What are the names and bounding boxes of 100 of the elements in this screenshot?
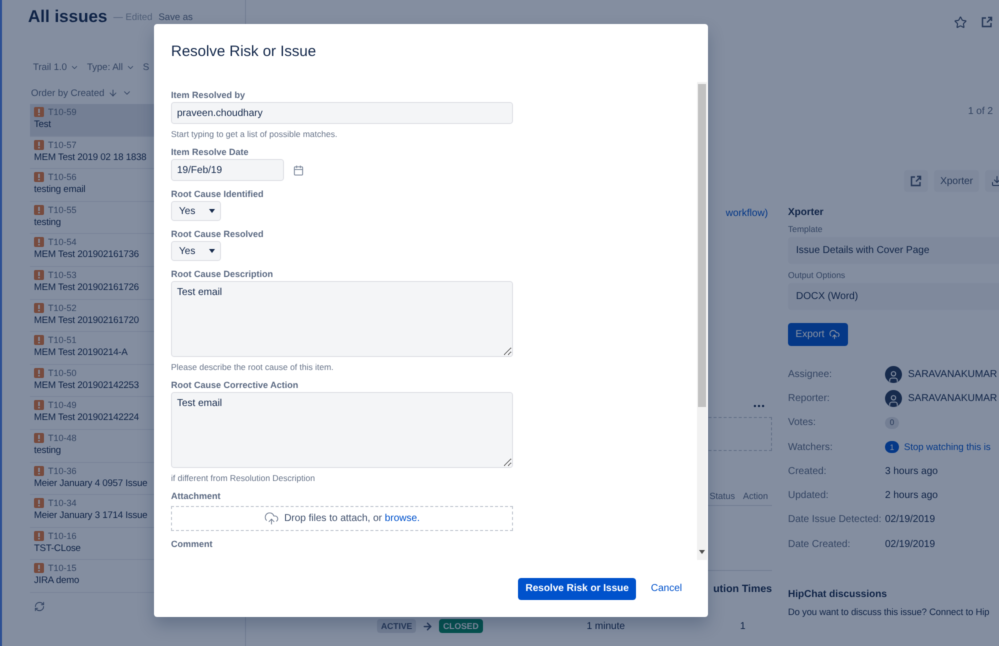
issue-type-icon bbox=[34, 107, 44, 117]
pager-text: 1 of 2 bbox=[968, 106, 993, 117]
caret-icon bbox=[209, 249, 215, 253]
filter-dropdown[interactable]: Type: All bbox=[86, 60, 135, 74]
issue-type-icon bbox=[34, 335, 44, 346]
detail-label: Reporter: bbox=[788, 392, 831, 404]
detail-label: Watchers: bbox=[788, 442, 834, 453]
issue-key: T10-36 bbox=[48, 466, 77, 476]
avatar-icon bbox=[885, 390, 902, 407]
issue-key: T10-52 bbox=[48, 302, 77, 313]
output-select[interactable]: DOCX (Word) bbox=[788, 283, 999, 310]
field-label: Template bbox=[788, 224, 824, 234]
issue-summary: MEM Test 201902142224 bbox=[34, 412, 139, 424]
watcher-count: 1 bbox=[885, 441, 899, 454]
issue-type-icon bbox=[34, 270, 44, 280]
text-area-field[interactable]: Test email bbox=[171, 392, 513, 468]
select-field[interactable]: Yes bbox=[171, 201, 221, 221]
share-icon[interactable] bbox=[981, 16, 993, 28]
issue-summary: Test bbox=[34, 119, 51, 130]
page-title: All issues bbox=[28, 7, 108, 27]
date-input-field[interactable]: 19/Feb/19 bbox=[171, 159, 284, 181]
share-button[interactable] bbox=[904, 170, 928, 192]
star-icon[interactable] bbox=[954, 16, 967, 29]
issue-type-icon bbox=[34, 172, 44, 182]
stop-watching-link[interactable]: Stop watching this is bbox=[904, 442, 991, 453]
detail-value: 2 hours ago bbox=[885, 490, 938, 502]
arrow-right-icon bbox=[422, 620, 434, 632]
cloud-upload-icon bbox=[829, 329, 840, 340]
field-label: Comment bbox=[171, 539, 214, 549]
filter-dropdown[interactable]: S bbox=[142, 60, 150, 74]
detail-value: SARAVANAKUMAR bbox=[908, 368, 998, 380]
caret-icon bbox=[209, 209, 215, 213]
file-drop-zone[interactable]: Drop files to attach, or browse. bbox=[171, 506, 513, 531]
issue-key: T10-56 bbox=[48, 172, 77, 182]
detail-value: 3 hours ago bbox=[885, 466, 938, 477]
issue-key: T10-16 bbox=[48, 530, 77, 541]
avatar-icon bbox=[885, 366, 902, 383]
calendar-icon[interactable] bbox=[293, 164, 304, 176]
status-lozenge: CLOSED bbox=[439, 619, 483, 633]
cancel-link[interactable]: Cancel bbox=[650, 583, 682, 594]
filter-dropdown[interactable]: Trail 1.0 bbox=[33, 60, 79, 74]
issue-summary: MEM Test 201902142253 bbox=[34, 380, 139, 391]
issue-summary: MEM Test 201902161726 bbox=[34, 282, 139, 293]
section-title: ution Times bbox=[713, 583, 772, 595]
detail-label: Votes: bbox=[788, 417, 817, 428]
count-text: 1 bbox=[740, 620, 746, 632]
issue-key: T10-53 bbox=[48, 270, 77, 280]
issue-key: T10-59 bbox=[48, 107, 77, 117]
issue-type-icon bbox=[34, 237, 44, 248]
refresh-icon[interactable] bbox=[34, 600, 45, 612]
issue-type-icon bbox=[34, 400, 44, 410]
issue-type-icon bbox=[34, 204, 44, 215]
detail-label: Date Created: bbox=[788, 538, 852, 550]
arrow-down-icon bbox=[108, 88, 118, 98]
issue-summary: Meier January 4 0957 Issue bbox=[34, 478, 148, 489]
order-by-button[interactable]: Order by Created bbox=[31, 86, 132, 100]
issue-type-icon bbox=[34, 530, 44, 541]
issue-summary: MEM Test 201902161720 bbox=[34, 314, 139, 326]
issue-type-icon bbox=[34, 563, 44, 574]
column-header: Action bbox=[742, 491, 768, 501]
detail-value: SARAVANAKUMAR bbox=[908, 392, 998, 404]
issue-summary: testing email bbox=[34, 184, 86, 196]
issue-summary: JIRA demo bbox=[34, 575, 80, 586]
select-field[interactable]: Yes bbox=[171, 241, 221, 261]
vote-count: 0 bbox=[885, 416, 899, 429]
detail-value: 02/19/2019 bbox=[885, 514, 936, 526]
issue-type-icon bbox=[34, 302, 44, 313]
time-text: 1 minute bbox=[586, 620, 625, 632]
detail-label: Created: bbox=[788, 466, 828, 477]
column-header: Status bbox=[709, 491, 735, 501]
issue-summary: MEM Test 20190214-A bbox=[34, 347, 128, 358]
scrollbar[interactable] bbox=[697, 82, 707, 560]
detail-label: Assignee: bbox=[788, 368, 833, 380]
issue-summary: testing bbox=[34, 216, 61, 228]
issue-type-icon bbox=[34, 368, 44, 378]
export-button[interactable]: Export bbox=[788, 323, 848, 346]
section-title: HipChat discussions bbox=[788, 589, 888, 600]
browse-link[interactable]: browse. bbox=[384, 513, 420, 524]
xporter-button[interactable]: Xporter bbox=[934, 170, 979, 192]
save-as-link[interactable]: Save as bbox=[158, 12, 193, 23]
cloud-upload-icon bbox=[264, 511, 280, 526]
resolve-button[interactable]: Resolve Risk or Issue bbox=[518, 578, 636, 600]
issue-type-icon bbox=[34, 498, 44, 508]
scroll-down-icon[interactable] bbox=[699, 550, 705, 554]
field-label: Item Resolved by bbox=[171, 90, 246, 100]
workflow-link[interactable]: workflow) bbox=[726, 208, 768, 219]
issue-key: T10-51 bbox=[48, 335, 77, 346]
user-input-field[interactable]: praveen.choudhary bbox=[171, 102, 513, 124]
issue-summary: Meier January 3 1714 Issue bbox=[34, 510, 148, 522]
template-select[interactable]: Issue Details with Cover Page bbox=[788, 237, 999, 264]
share-icon[interactable] bbox=[910, 175, 922, 187]
issue-type-icon bbox=[34, 466, 44, 476]
text-area-field[interactable]: Test email bbox=[171, 281, 513, 357]
issue-key: T10-55 bbox=[48, 204, 77, 215]
issue-key: T10-48 bbox=[48, 432, 77, 443]
issue-key: T10-49 bbox=[48, 400, 77, 410]
issue-type-icon bbox=[34, 432, 44, 443]
status-lozenge: ACTIVE bbox=[377, 619, 416, 633]
issue-key: T10-15 bbox=[48, 563, 77, 574]
field-label: Output Options bbox=[788, 270, 846, 280]
